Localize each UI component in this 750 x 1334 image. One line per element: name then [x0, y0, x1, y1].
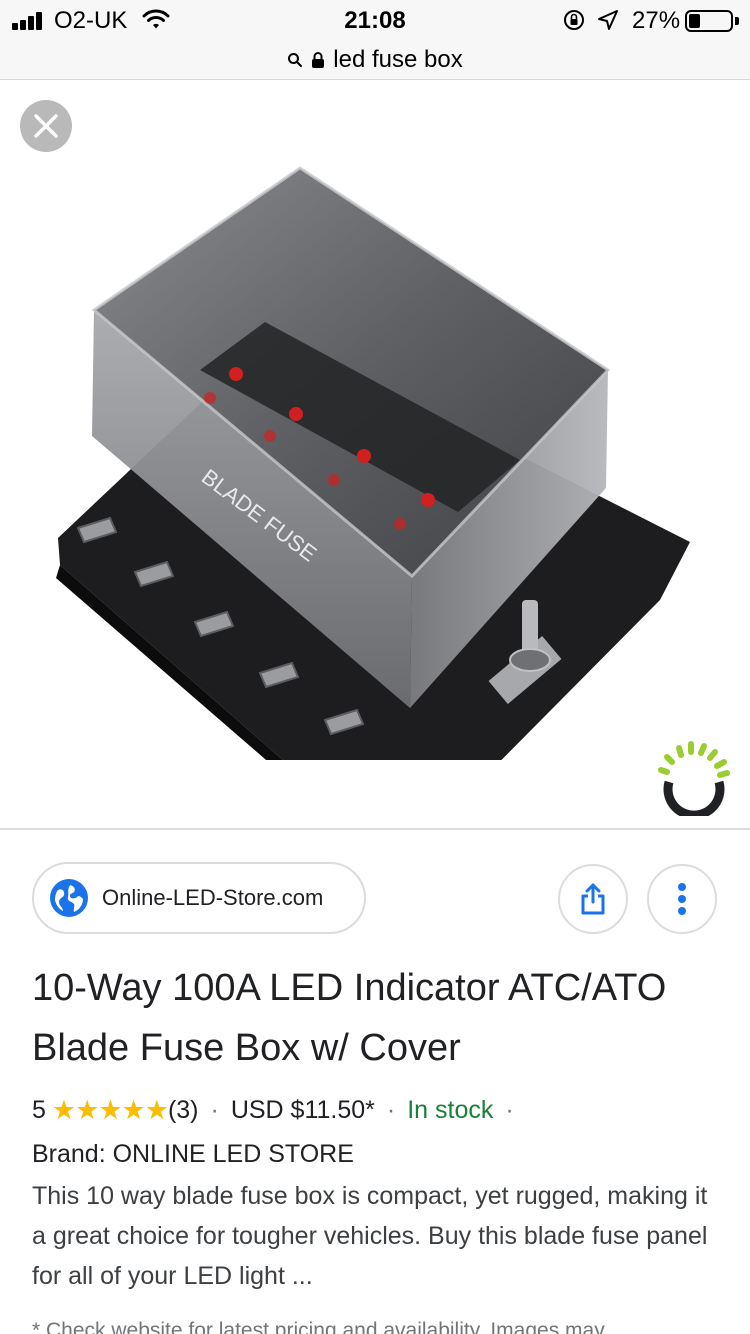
product-title[interactable]: 10-Way 100A LED Indicator ATC/ATO Blade …: [32, 958, 732, 1078]
battery-percentage: 27%: [632, 7, 681, 34]
separator: ·: [505, 1096, 514, 1124]
share-icon: [581, 883, 605, 915]
source-website-name: Online-LED-Store.com: [102, 885, 324, 910]
brand-line: Brand: ONLINE LED STORE: [32, 1140, 354, 1168]
price: USD $11.50*: [230, 1096, 375, 1124]
search-icon: [288, 53, 303, 67]
url-bar[interactable]: led fuse box: [0, 42, 750, 80]
close-icon: [34, 114, 58, 138]
star-rating-icon: ★★★★★: [51, 1095, 169, 1125]
globe-icon: [50, 879, 88, 917]
product-image[interactable]: BLADE FUSE: [50, 160, 710, 760]
status-bar: O2-UK 21:08 27%: [0, 0, 750, 42]
pricing-disclaimer: * Check website for latest pricing and a…: [32, 1319, 605, 1334]
more-options-button[interactable]: [647, 864, 717, 934]
battery-level-fill: [689, 14, 700, 28]
battery-icon: [685, 10, 733, 32]
review-count[interactable]: (3): [168, 1092, 199, 1128]
battery-cap: [735, 17, 739, 25]
url-query[interactable]: led fuse box: [333, 46, 462, 74]
product-description: This 10 way blade fuse box is compact, y…: [32, 1182, 708, 1290]
loading-spinner-icon: [658, 741, 730, 816]
close-button[interactable]: [20, 100, 72, 152]
share-button[interactable]: [558, 864, 628, 934]
separator: ·: [386, 1096, 396, 1124]
stock-status: In stock: [407, 1096, 494, 1124]
source-website-chip[interactable]: Online-LED-Store.com: [32, 862, 366, 934]
location-arrow-icon: [598, 10, 618, 30]
lock-icon: [312, 52, 325, 68]
rating-value: 5: [32, 1096, 46, 1124]
rotation-lock-icon: [564, 10, 584, 30]
more-vertical-icon: [678, 883, 686, 915]
product-meta-line: 5 ★★★★★ (3) · USD $11.50* · In stock ·: [32, 1092, 732, 1128]
image-viewer: BLADE FUSE: [0, 80, 750, 830]
separator: ·: [210, 1096, 219, 1124]
